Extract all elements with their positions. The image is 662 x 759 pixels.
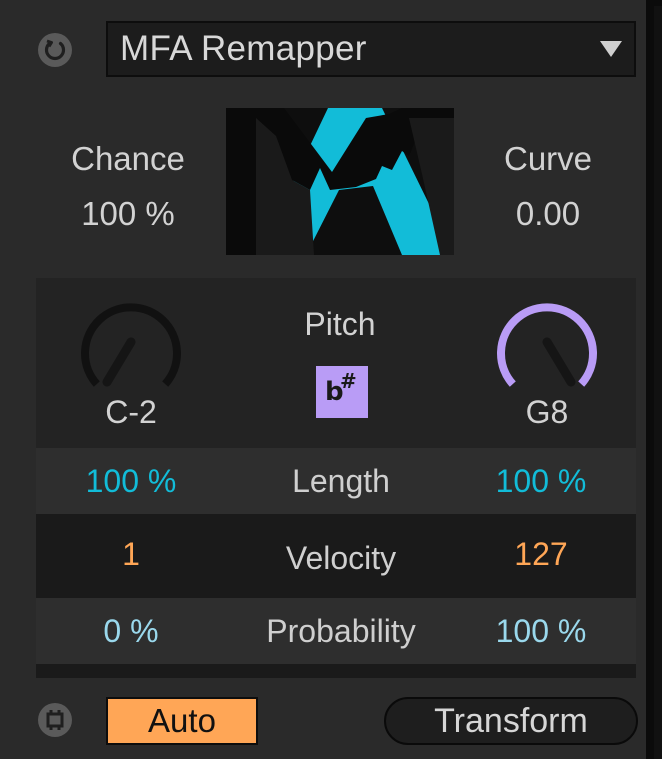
curve-label: Curve [503,140,593,177]
accidental-toggle-button[interactable]: b # [316,366,368,418]
probability-max-value[interactable]: 100 % [466,598,616,664]
clip-icon[interactable] [38,703,72,737]
probability-row: 0 % Probability 100 % [36,598,636,664]
pitch-high-value: G8 [525,394,569,430]
length-row: 100 % Length 100 % [36,448,636,514]
power-icon[interactable] [38,33,72,67]
device-title: MFA Remapper [120,29,367,68]
mfa-logo [226,108,454,255]
velocity-min-value[interactable]: 1 [56,516,206,592]
chance-value[interactable]: 100 % [48,195,208,233]
velocity-row: 1 Velocity 127 [36,516,636,596]
velocity-max-value[interactable]: 127 [466,516,616,592]
sharp-symbol: # [340,369,357,393]
device-header: MFA Remapper [0,6,654,84]
length-label: Length [292,463,390,499]
chance-label: Chance [71,140,185,177]
probability-label: Probability [266,613,416,649]
probability-min-value[interactable]: 0 % [56,598,206,664]
length-max-value[interactable]: 100 % [466,448,616,514]
curve-value[interactable]: 0.00 [468,195,628,233]
chevron-down-icon[interactable] [600,41,622,57]
pitch-low-knob[interactable] [76,290,186,395]
auto-button[interactable]: Auto [106,697,258,745]
pitch-high-knob[interactable] [492,290,602,395]
length-min-value[interactable]: 100 % [56,448,206,514]
transform-button[interactable]: Transform [384,697,638,745]
preset-title-dropdown[interactable]: MFA Remapper [106,21,636,77]
pitch-low-value: C-2 [105,394,157,430]
velocity-label: Velocity [285,540,397,576]
device-panel: MFA Remapper Chance 100 % Curve 0.00 C-2… [0,0,654,759]
pitch-label: Pitch [304,306,376,342]
